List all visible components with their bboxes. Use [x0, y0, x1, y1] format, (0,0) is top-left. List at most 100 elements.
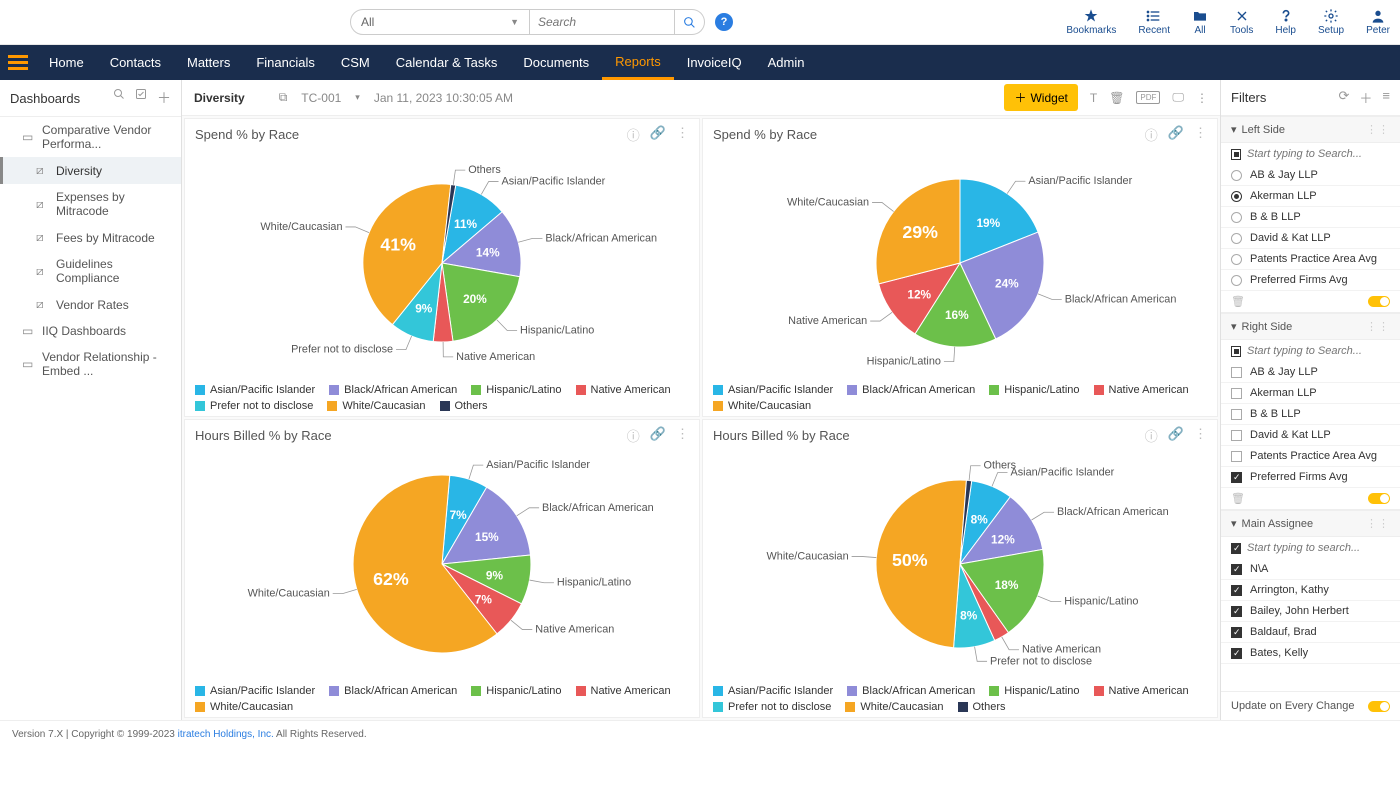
- bookmarks-link[interactable]: Bookmarks: [1066, 8, 1116, 36]
- trash-icon[interactable]: 🗑: [1109, 91, 1124, 105]
- link-icon[interactable]: 🔗: [650, 426, 666, 445]
- indeterminate-checkbox[interactable]: [1231, 346, 1241, 357]
- indeterminate-checkbox[interactable]: [1231, 149, 1241, 160]
- nav-csm[interactable]: CSM: [328, 45, 383, 80]
- filter-row[interactable]: Preferred Firms Avg: [1221, 467, 1400, 488]
- filter-row[interactable]: Bates, Kelly: [1221, 643, 1400, 664]
- filter-section-assignee[interactable]: ▾Main Assignee⋮⋮: [1221, 510, 1400, 537]
- tools-link[interactable]: Tools: [1230, 8, 1253, 36]
- link-icon[interactable]: 🔗: [650, 125, 666, 144]
- radio-button[interactable]: [1231, 233, 1242, 244]
- menu-icon[interactable]: ≡: [1382, 88, 1390, 107]
- filter-row[interactable]: Patents Practice Area Avg: [1221, 249, 1400, 270]
- sidebar-item[interactable]: ▭Vendor Relationship - Embed ...: [0, 344, 181, 384]
- checkbox[interactable]: [1231, 451, 1242, 462]
- more-icon[interactable]: ⋮: [1194, 426, 1207, 445]
- filter-row[interactable]: David & Kat LLP: [1221, 425, 1400, 446]
- hamburger-button[interactable]: [0, 45, 36, 80]
- filter-row[interactable]: Akerman LLP: [1221, 383, 1400, 404]
- info-icon[interactable]: ⓘ: [1145, 426, 1158, 445]
- checkbox[interactable]: [1231, 388, 1242, 399]
- toggle-switch[interactable]: [1368, 296, 1390, 307]
- sidebar-item[interactable]: ⧄Expenses by Mitracode: [0, 184, 181, 224]
- checkbox[interactable]: [1231, 409, 1242, 420]
- sidebar-item[interactable]: ⧄Guidelines Compliance: [0, 251, 181, 291]
- filter-row[interactable]: Patents Practice Area Avg: [1221, 446, 1400, 467]
- filter-search-input[interactable]: [1247, 148, 1390, 160]
- drag-icon[interactable]: ⋮⋮: [1366, 517, 1390, 530]
- plus-icon[interactable]: ＋: [1359, 88, 1372, 107]
- checkbox[interactable]: [1231, 367, 1242, 378]
- user-link[interactable]: Peter: [1366, 8, 1390, 36]
- recent-link[interactable]: Recent: [1138, 8, 1170, 36]
- link-icon[interactable]: 🔗: [1168, 125, 1184, 144]
- trash-icon[interactable]: 🗑: [1231, 295, 1245, 308]
- filter-section-right[interactable]: ▾Right Side⋮⋮: [1221, 313, 1400, 340]
- checkbox-all[interactable]: [1231, 543, 1241, 554]
- filter-row[interactable]: Preferred Firms Avg: [1221, 270, 1400, 291]
- info-icon[interactable]: ⓘ: [627, 426, 640, 445]
- nav-matters[interactable]: Matters: [174, 45, 243, 80]
- nav-contacts[interactable]: Contacts: [97, 45, 174, 80]
- setup-link[interactable]: Setup: [1318, 8, 1344, 36]
- info-icon[interactable]: ⓘ: [1145, 125, 1158, 144]
- search-input[interactable]: [530, 9, 675, 35]
- nav-reports[interactable]: Reports: [602, 45, 674, 80]
- nav-calendar-tasks[interactable]: Calendar & Tasks: [383, 45, 511, 80]
- search-icon[interactable]: [113, 88, 125, 100]
- checkbox[interactable]: [1231, 606, 1242, 617]
- trash-icon[interactable]: 🗑: [1231, 492, 1245, 505]
- radio-button[interactable]: [1231, 191, 1242, 202]
- filter-row[interactable]: AB & Jay LLP: [1221, 362, 1400, 383]
- checkbox[interactable]: [1231, 430, 1242, 441]
- search-category-select[interactable]: All ▼: [350, 9, 530, 35]
- nav-documents[interactable]: Documents: [510, 45, 602, 80]
- filter-row[interactable]: David & Kat LLP: [1221, 228, 1400, 249]
- filter-row[interactable]: Bailey, John Herbert: [1221, 601, 1400, 622]
- chevron-down-icon[interactable]: ▾: [355, 92, 360, 103]
- radio-button[interactable]: [1231, 170, 1242, 181]
- plus-icon[interactable]: ＋: [157, 88, 171, 108]
- filter-row[interactable]: N\A: [1221, 559, 1400, 580]
- checkbox[interactable]: [1231, 585, 1242, 596]
- copy-icon[interactable]: ⧉: [279, 90, 288, 105]
- drag-icon[interactable]: ⋮⋮: [1366, 320, 1390, 333]
- add-widget-button[interactable]: ＋Widget: [1004, 84, 1077, 111]
- filter-row[interactable]: B & B LLP: [1221, 404, 1400, 425]
- more-icon[interactable]: ⋮: [1194, 125, 1207, 144]
- nav-home[interactable]: Home: [36, 45, 97, 80]
- radio-button[interactable]: [1231, 254, 1242, 265]
- more-icon[interactable]: ⋮: [676, 426, 689, 445]
- sidebar-item[interactable]: ▭IIQ Dashboards: [0, 318, 181, 344]
- help-link[interactable]: Help: [1275, 8, 1296, 36]
- more-icon[interactable]: ⋮: [676, 125, 689, 144]
- text-icon[interactable]: T: [1090, 91, 1097, 105]
- sidebar-item[interactable]: ⧄Vendor Rates: [0, 291, 181, 318]
- pdf-export-button[interactable]: PDF: [1136, 91, 1160, 104]
- nav-financials[interactable]: Financials: [243, 45, 328, 80]
- radio-button[interactable]: [1231, 212, 1242, 223]
- drag-icon[interactable]: ⋮⋮: [1366, 123, 1390, 136]
- help-icon[interactable]: ?: [715, 13, 733, 31]
- filter-row[interactable]: Akerman LLP: [1221, 186, 1400, 207]
- sidebar-item[interactable]: ⧄Diversity: [0, 157, 181, 184]
- more-icon[interactable]: ⋮: [1196, 91, 1208, 105]
- check-icon[interactable]: [135, 88, 147, 100]
- all-link[interactable]: All: [1192, 8, 1208, 36]
- search-button[interactable]: [675, 9, 705, 35]
- toggle-switch[interactable]: [1368, 493, 1390, 504]
- filter-search-input[interactable]: [1247, 542, 1390, 554]
- sidebar-item[interactable]: ▭Comparative Vendor Performa...: [0, 117, 181, 157]
- refresh-icon[interactable]: ⟳: [1338, 88, 1349, 107]
- sidebar-item[interactable]: ⧄Fees by Mitracode: [0, 224, 181, 251]
- filter-search-input[interactable]: [1247, 345, 1390, 357]
- monitor-icon[interactable]: 🖵: [1172, 90, 1184, 105]
- info-icon[interactable]: ⓘ: [627, 125, 640, 144]
- filter-row[interactable]: B & B LLP: [1221, 207, 1400, 228]
- footer-link[interactable]: itratech Holdings, Inc.: [178, 729, 274, 740]
- filter-row[interactable]: Arrington, Kathy: [1221, 580, 1400, 601]
- radio-button[interactable]: [1231, 275, 1242, 286]
- checkbox[interactable]: [1231, 627, 1242, 638]
- filter-section-left[interactable]: ▾Left Side⋮⋮: [1221, 116, 1400, 143]
- checkbox[interactable]: [1231, 564, 1242, 575]
